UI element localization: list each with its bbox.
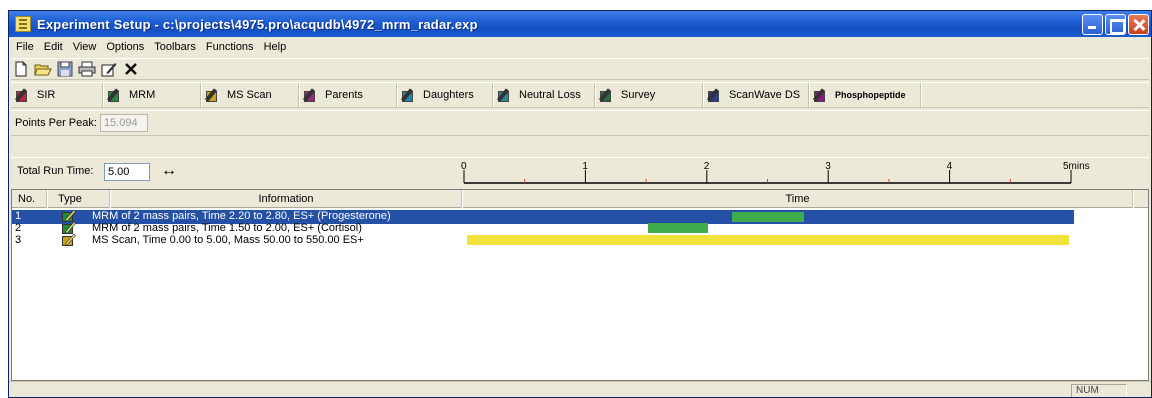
function-list[interactable]: No. Type Information Time 1 MRM of 2 mass…: [11, 189, 1149, 381]
row-number: 1: [15, 210, 22, 222]
menu-toolbars[interactable]: Toolbars: [149, 39, 201, 55]
open-folder-icon: [34, 64, 52, 76]
row-information: MRM of 2 mass pairs, Time 2.20 to 2.80, …: [92, 210, 391, 222]
function-parents-label: Parents: [325, 89, 363, 101]
maximize-icon: [1106, 15, 1125, 34]
mrm-icon: [106, 87, 123, 103]
print-icon: [78, 61, 96, 77]
function-parents-button[interactable]: Parents: [299, 83, 397, 107]
menu-options[interactable]: Options: [101, 39, 149, 55]
list-header: No. Type Information Time: [12, 190, 1148, 208]
points-per-peak-field: [99, 114, 148, 132]
time-scale-tick-label: 2: [704, 161, 710, 172]
function-phosphopeptide-label: Phosphopeptide: [835, 90, 906, 100]
sir-icon: [14, 87, 31, 103]
function-mrm-button[interactable]: MRM: [103, 83, 201, 107]
function-type-icon: [62, 233, 76, 246]
maximize-button[interactable]: [1105, 14, 1126, 35]
status-bar: NUM: [9, 381, 1151, 397]
edit-icon: [101, 63, 117, 77]
menu-bar: File Edit View Options Toolbars Function…: [9, 37, 1151, 57]
print-button[interactable]: [77, 59, 97, 79]
close-button[interactable]: [1128, 14, 1149, 35]
run-time-bar: Total Run Time: ↔ 012345mins: [11, 157, 1149, 187]
survey-icon: [598, 87, 615, 103]
row-number: 3: [15, 234, 22, 246]
function-phosphopeptide-button[interactable]: Phosphopeptide: [809, 83, 921, 107]
ms-scan-icon: [204, 87, 221, 103]
close-icon: [1129, 15, 1148, 34]
experiment-setup-window: Experiment Setup - c:\projects\4975.pro\…: [8, 10, 1152, 398]
window-controls: [1082, 14, 1149, 35]
title-bar: Experiment Setup - c:\projects\4975.pro\…: [9, 11, 1151, 37]
time-scale-tick-label: 0: [461, 161, 467, 172]
menu-view[interactable]: View: [68, 39, 102, 55]
experiment-setup-app-icon: [15, 16, 31, 32]
column-header-time[interactable]: Time: [463, 190, 1133, 208]
time-window-bar[interactable]: [731, 212, 805, 222]
menu-help[interactable]: Help: [259, 39, 292, 55]
phosphopeptide-icon: [812, 87, 829, 103]
save-button[interactable]: [55, 59, 75, 79]
time-scale-tick-label: 4: [947, 161, 953, 172]
function-neutral-loss-button[interactable]: Neutral Loss: [493, 83, 595, 107]
menu-file[interactable]: File: [11, 39, 39, 55]
function-ms-scan-label: MS Scan: [227, 89, 272, 101]
table-row[interactable]: 2 MRM of 2 mass pairs, Time 1.50 to 2.00,…: [12, 221, 1148, 234]
function-daughters-label: Daughters: [423, 89, 474, 101]
parents-icon: [302, 87, 319, 103]
delete-button[interactable]: [121, 59, 141, 79]
function-scanwave-ds-button[interactable]: ScanWave DS: [703, 83, 809, 107]
table-row[interactable]: 3 MS Scan, Time 0.00 to 5.00, Mass 50.00 …: [12, 233, 1148, 246]
function-survey-button[interactable]: Survey: [595, 83, 703, 107]
function-sir-button[interactable]: SIR: [11, 83, 103, 107]
points-per-peak-bar: Points Per Peak:: [11, 110, 1149, 136]
function-mrm-label: MRM: [129, 89, 156, 101]
open-button[interactable]: [33, 59, 53, 79]
scanwave-ds-icon: [706, 87, 723, 103]
table-row[interactable]: 1 MRM of 2 mass pairs, Time 2.20 to 2.80,…: [12, 209, 1148, 224]
menu-edit[interactable]: Edit: [39, 39, 68, 55]
column-header-information[interactable]: Information: [111, 190, 462, 208]
daughters-icon: [400, 87, 417, 103]
window-title: Experiment Setup - c:\projects\4975.pro\…: [37, 16, 478, 32]
time-scale-tick-label: 1: [582, 161, 588, 172]
time-window-bar[interactable]: [467, 235, 1069, 245]
standard-toolbar: [11, 58, 1149, 80]
new-file-button[interactable]: [11, 59, 31, 79]
neutral-loss-icon: [496, 87, 513, 103]
time-window-bar[interactable]: [647, 223, 708, 233]
delete-icon: [125, 63, 137, 75]
function-ms-scan-button[interactable]: MS Scan: [201, 83, 299, 107]
function-daughters-button[interactable]: Daughters: [397, 83, 493, 107]
row-information: MS Scan, Time 0.00 to 5.00, Mass 50.00 t…: [92, 234, 364, 246]
new-file-icon: [15, 61, 27, 77]
num-lock-indicator: NUM: [1071, 384, 1127, 397]
row-information: MRM of 2 mass pairs, Time 1.50 to 2.00, …: [92, 222, 362, 234]
time-scale-tick-label: 5mins: [1063, 161, 1090, 172]
row-number: 2: [15, 222, 22, 234]
function-survey-label: Survey: [621, 89, 656, 101]
function-toolbar: SIR MRM MS Scan Parents Daughters Neutra…: [11, 82, 1149, 108]
points-per-peak-label: Points Per Peak:: [15, 117, 97, 129]
function-sir-label: SIR: [37, 89, 56, 101]
minimize-button[interactable]: [1082, 14, 1103, 35]
minimize-icon: [1083, 15, 1102, 34]
time-scale-ruler: 0 1 2 3 4 5mins: [461, 161, 1090, 184]
function-scanwave-ds-label: ScanWave DS: [729, 89, 801, 101]
column-header-no[interactable]: No.: [12, 190, 47, 208]
edit-button[interactable]: [99, 59, 119, 79]
time-scale-tick-label: 3: [825, 161, 831, 172]
menu-functions[interactable]: Functions: [201, 39, 259, 55]
function-neutral-loss-label: Neutral Loss: [519, 89, 581, 101]
column-header-type[interactable]: Type: [48, 190, 110, 208]
save-icon: [57, 61, 73, 77]
